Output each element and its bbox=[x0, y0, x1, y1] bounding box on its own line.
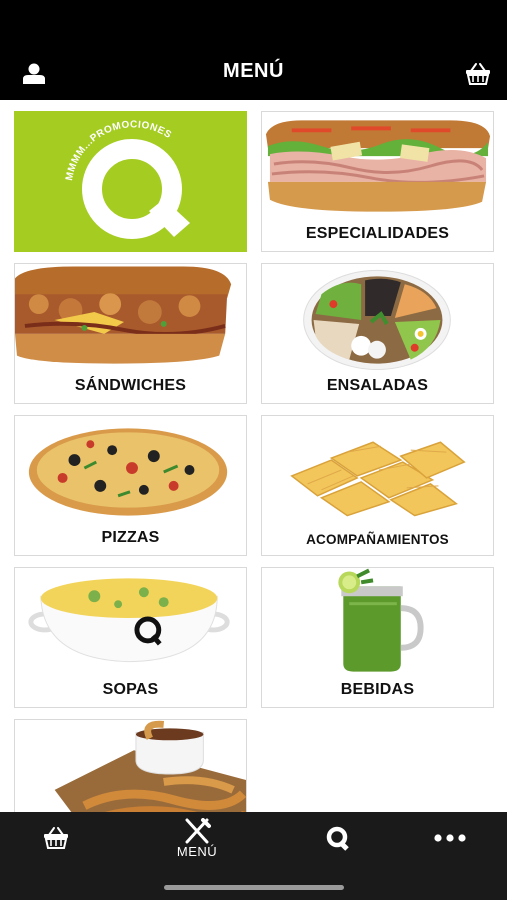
tab-basket[interactable] bbox=[18, 812, 98, 872]
churros-image bbox=[54, 720, 246, 812]
category-label: SÁNDWICHES bbox=[74, 377, 187, 394]
fork-knife-icon bbox=[185, 818, 211, 844]
sub-sandwich-image bbox=[265, 120, 491, 212]
basket-icon bbox=[44, 827, 68, 849]
waffle-fries-image bbox=[290, 441, 466, 517]
tab-menu-label: MENÚ bbox=[176, 844, 218, 859]
category-especialidades[interactable]: ESPECIALIDADES bbox=[261, 111, 494, 252]
green-drink-jar-image bbox=[338, 568, 424, 672]
category-postres[interactable] bbox=[14, 719, 247, 812]
promotions-card[interactable]: MMMM...PROMOCIONES bbox=[14, 111, 247, 252]
basket-icon[interactable] bbox=[465, 62, 491, 86]
more-dots-icon bbox=[434, 834, 466, 842]
tab-q-home[interactable] bbox=[298, 812, 378, 872]
category-label: ENSALADAS bbox=[326, 377, 429, 394]
promotions-logo: MMMM...PROMOCIONES bbox=[64, 119, 190, 239]
salad-bowl-image bbox=[303, 269, 451, 371]
category-ensaladas[interactable]: ENSALADAS bbox=[261, 263, 494, 404]
chicken-sandwich-image bbox=[15, 266, 232, 364]
soup-bowl-image bbox=[28, 578, 230, 663]
category-label: SOPAS bbox=[102, 681, 159, 698]
category-label: BEBIDAS bbox=[340, 681, 415, 698]
category-bebidas[interactable]: BEBIDAS bbox=[261, 567, 494, 708]
pizza-image bbox=[28, 428, 228, 516]
page-title: MENÚ bbox=[223, 60, 284, 82]
category-pizzas[interactable]: PIZZAS bbox=[14, 415, 247, 556]
category-acompanamientos[interactable]: ACOMPAÑAMIENTOS bbox=[261, 415, 494, 556]
q-logo-icon bbox=[326, 826, 349, 851]
category-label: ESPECIALIDADES bbox=[305, 225, 450, 242]
tab-menu[interactable]: MENÚ bbox=[157, 812, 237, 872]
tab-more[interactable] bbox=[410, 812, 490, 872]
header-bar: MENÚ bbox=[0, 0, 507, 100]
category-label: ACOMPAÑAMIENTOS bbox=[306, 532, 449, 547]
category-sandwiches[interactable]: SÁNDWICHES bbox=[14, 263, 247, 404]
home-indicator bbox=[164, 885, 344, 890]
category-sopas[interactable]: SOPAS bbox=[14, 567, 247, 708]
category-label: PIZZAS bbox=[101, 529, 160, 546]
category-grid: MMMM...PROMOCIONES ESPECIALIDADES SÁNDWI… bbox=[0, 100, 507, 812]
